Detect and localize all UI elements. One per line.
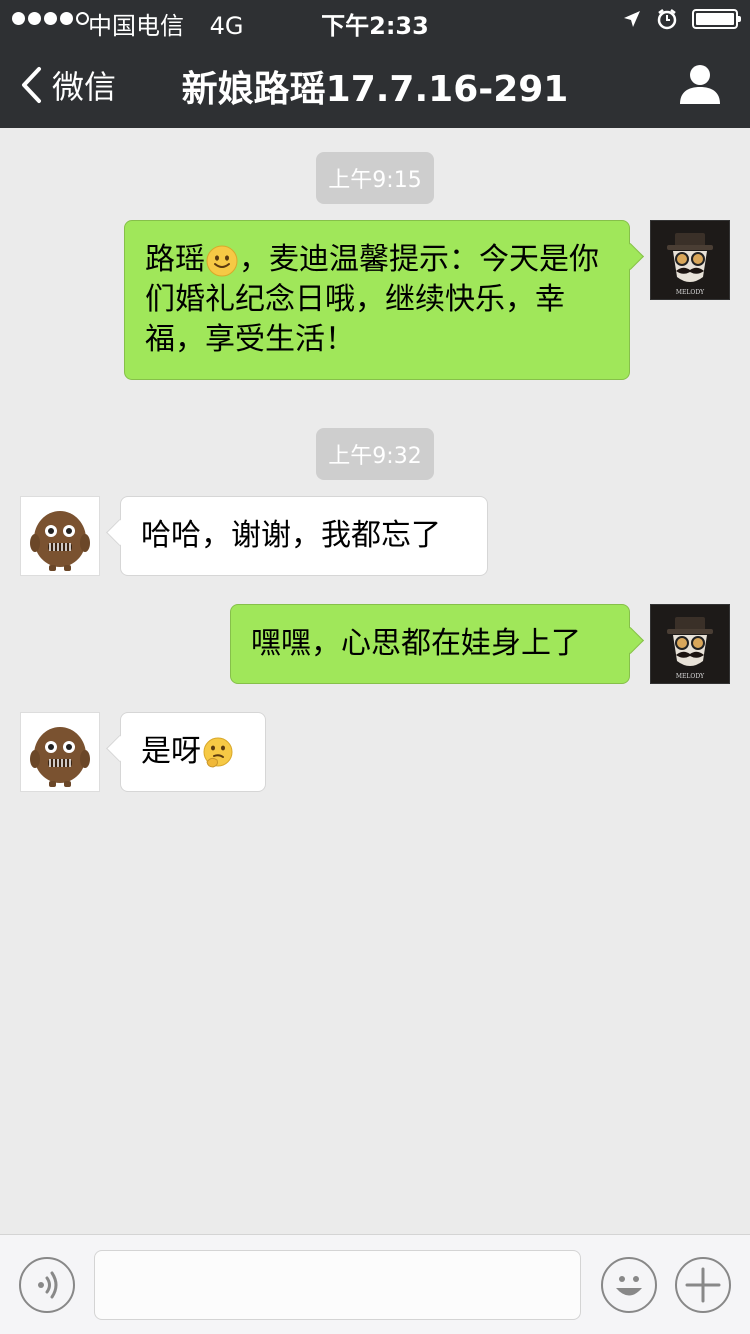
avatar-monster[interactable] xyxy=(20,496,100,576)
svg-text:MELODY: MELODY xyxy=(676,289,705,296)
message-text: 路瑶 xyxy=(145,242,205,277)
battery-icon xyxy=(692,9,741,29)
chat-info-button[interactable] xyxy=(678,64,722,104)
top-bar: 中国电信 4G 下午2:33 微信 新娘路瑶17.7.16-291 xyxy=(0,0,750,128)
avatar-melody[interactable]: MELODY xyxy=(650,220,730,300)
timestamp: 上午9:15 xyxy=(0,152,750,204)
svg-text:MELODY: MELODY xyxy=(676,673,705,680)
message-text: 嘿嘿，心思都在娃身上了 xyxy=(251,626,581,661)
voice-icon xyxy=(38,1271,58,1299)
mustache-man-icon: MELODY xyxy=(651,605,729,683)
message-text: 是呀 xyxy=(141,734,201,769)
mustache-man-icon: MELODY xyxy=(651,221,729,299)
location-arrow-icon xyxy=(624,11,640,27)
avatar-monster[interactable] xyxy=(20,712,100,792)
alarm-clock-icon xyxy=(657,9,677,30)
message-text: 哈哈，谢谢，我都忘了 xyxy=(141,518,441,553)
input-bar xyxy=(0,1234,750,1334)
more-button[interactable] xyxy=(675,1257,731,1313)
timestamp: 上午9:32 xyxy=(0,428,750,480)
message-bubble-received[interactable]: 是呀 xyxy=(120,712,266,792)
plus-icon xyxy=(685,1267,721,1303)
back-button[interactable]: 微信 xyxy=(20,62,116,108)
message-bubble-sent[interactable]: 嘿嘿，心思都在娃身上了 xyxy=(230,604,630,684)
emoji-face-icon xyxy=(616,1276,642,1296)
chevron-left-icon xyxy=(22,67,41,103)
message-input[interactable] xyxy=(94,1250,581,1320)
brown-monster-icon xyxy=(21,497,99,575)
avatar-melody[interactable]: MELODY xyxy=(650,604,730,684)
back-label: 微信 xyxy=(52,68,117,106)
chat-title: 新娘路瑶17.7.16-291 xyxy=(181,69,569,110)
smile-emoji-icon xyxy=(206,245,238,276)
chat-area[interactable]: 上午9:15 路瑶 ，麦迪温馨提示：今天是你们婚礼纪念日哦，继续快乐，幸福，享受… xyxy=(0,128,750,1234)
voice-button[interactable] xyxy=(19,1257,75,1313)
brown-monster-icon xyxy=(21,713,99,791)
emoji-button[interactable] xyxy=(601,1257,657,1313)
message-bubble-received[interactable]: 哈哈，谢谢，我都忘了 xyxy=(120,496,488,576)
thinking-emoji-icon xyxy=(203,737,233,768)
message-bubble-sent[interactable]: 路瑶 ，麦迪温馨提示：今天是你们婚礼纪念日哦，继续快乐，幸福，享受生活！ xyxy=(124,220,630,380)
status-bar: 中国电信 4G 下午2:33 xyxy=(0,0,750,40)
person-icon xyxy=(680,65,720,104)
